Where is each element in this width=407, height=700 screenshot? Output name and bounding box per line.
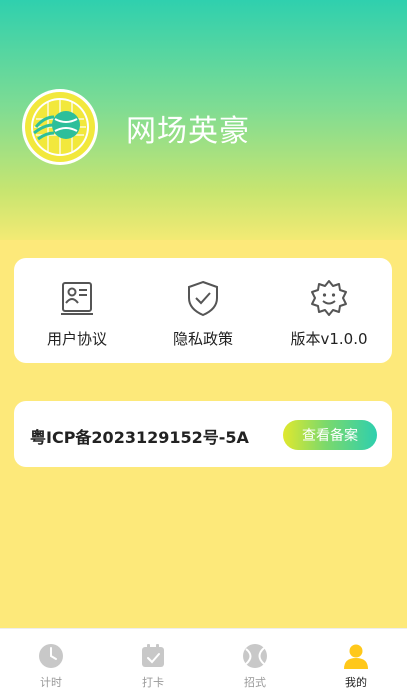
app-logo [22,89,98,165]
tab-checkin[interactable]: 打卡 [102,629,204,700]
tab-timer[interactable]: 计时 [0,629,102,700]
icp-record-card: 粤ICP备2023129152号-5A 查看备案 [14,401,392,467]
user-icon [344,644,368,669]
gear-smile-icon [311,280,347,316]
clock-icon [39,644,63,668]
bottom-tab-bar: 计时 打卡 招式 我的 [0,628,407,700]
menu-item-version[interactable]: 版本v1.0.0 [266,258,392,363]
menu-item-privacy-policy[interactable]: 隐私政策 [140,258,266,363]
menu-item-user-agreement[interactable]: 用户协议 [14,258,140,363]
settings-menu-card: 用户协议 隐私政策 版本v1.0.0 [14,258,392,363]
ball-icon [243,644,267,668]
tab-label: 招式 [244,676,266,689]
shield-check-icon [188,280,218,317]
view-record-button[interactable]: 查看备案 [283,420,377,450]
app-title: 网场英豪 [126,114,250,149]
calendar-check-icon [142,644,164,667]
tennis-ball-logo-icon [25,92,95,162]
tab-label: 打卡 [142,676,164,689]
tab-label: 计时 [40,676,62,689]
menu-item-label: 用户协议 [46,330,107,348]
menu-item-label: 隐私政策 [172,330,233,348]
icp-number: 粤ICP备2023129152号-5A [30,428,249,447]
menu-item-label: 版本v1.0.0 [290,330,368,348]
tab-moves[interactable]: 招式 [204,629,306,700]
profile-header: 网场英豪 [0,0,407,240]
id-card-icon [61,282,93,315]
tab-label: 我的 [345,676,367,689]
tab-mine[interactable]: 我的 [305,629,407,700]
